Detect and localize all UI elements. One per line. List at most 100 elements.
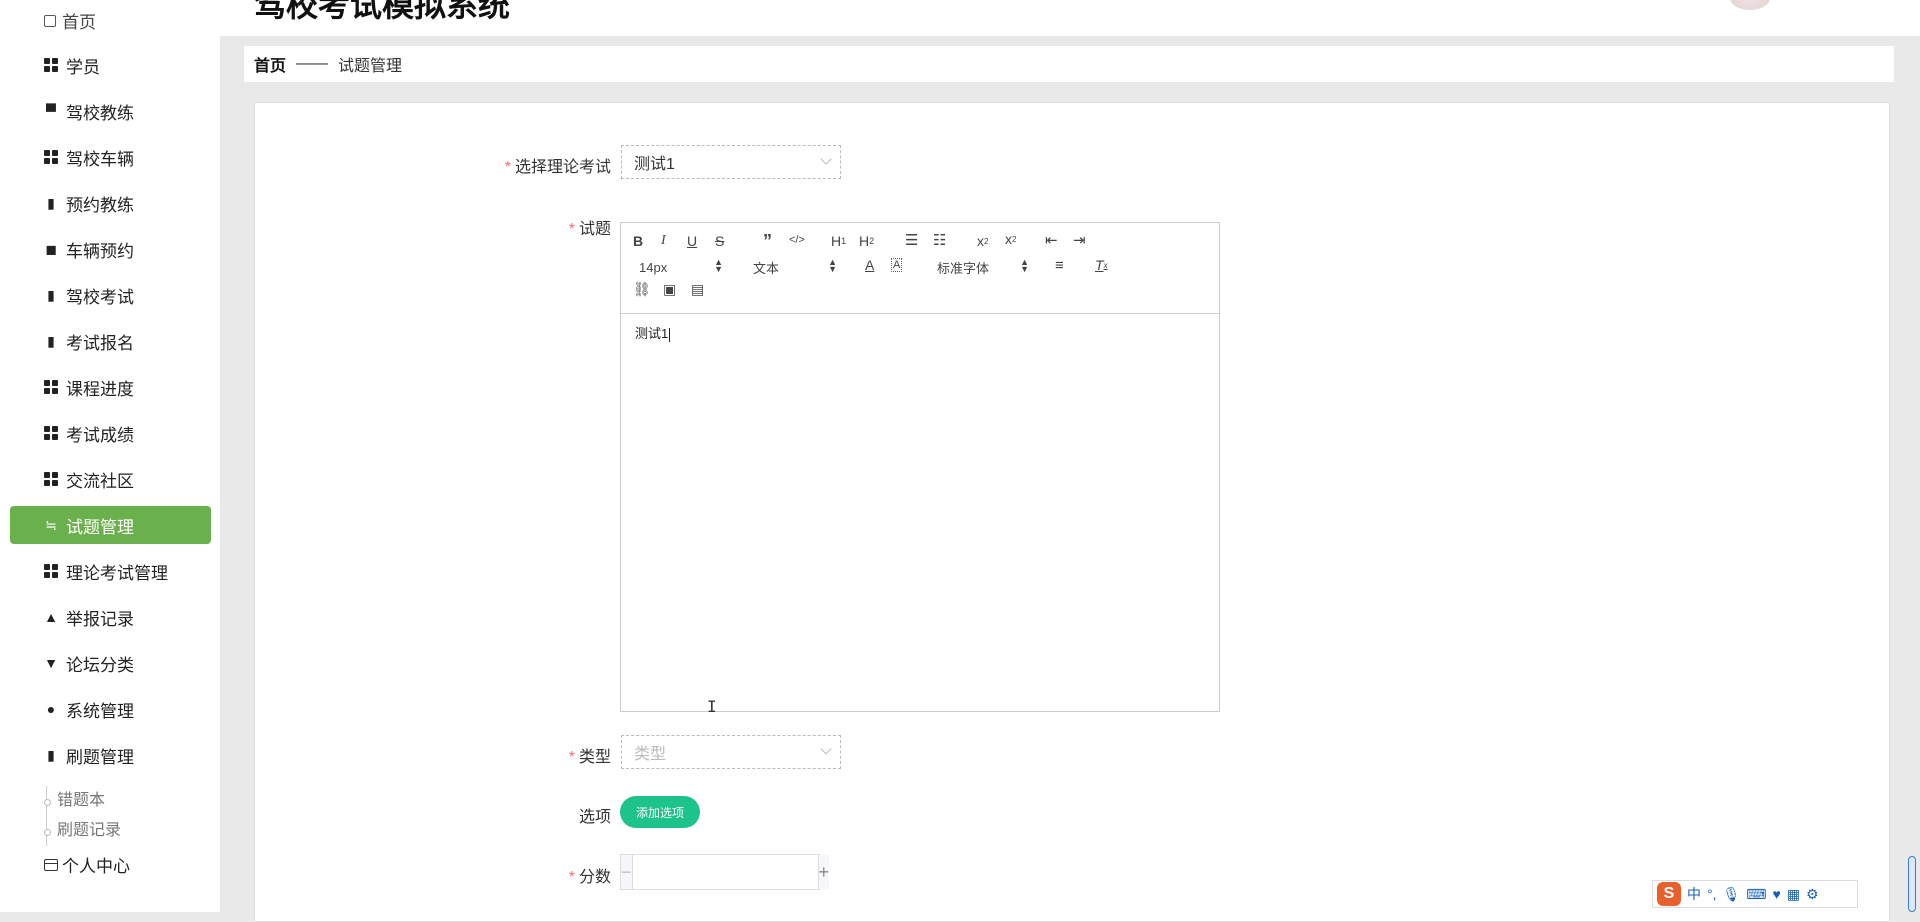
- sidebar-menu: 学员 ▀ 驾校教练驾校车辆 ▮ 预约教练 ◼ 车辆预约 ▮ 驾校考试 ▮ 考试报名课程进度考试成绩交…: [10, 46, 211, 782]
- sidebar-item-12[interactable]: ▲ 举报记录: [10, 598, 211, 636]
- sidebar-item-label: 论坛分类: [66, 655, 134, 675]
- score-label: * 分数: [568, 869, 611, 886]
- keyboard-icon[interactable]: ⌨: [1746, 886, 1766, 903]
- scroll-indicator[interactable]: [1908, 856, 1916, 912]
- increment-button[interactable]: +: [817, 855, 830, 889]
- font-size-select[interactable]: 14px ▲ ▼: [639, 257, 723, 275]
- code-block-icon[interactable]: </>: [789, 234, 805, 246]
- superscript-icon[interactable]: x2: [1005, 231, 1016, 247]
- text-cursor-icon: I: [707, 697, 717, 716]
- score-input[interactable]: [632, 855, 818, 889]
- clipboard-x-icon: ▮: [47, 286, 55, 303]
- sidebar-item-label: 试题管理: [66, 517, 134, 537]
- add-option-button[interactable]: 添加选项: [620, 796, 700, 828]
- font-color-icon[interactable]: A: [865, 257, 874, 273]
- ordered-list-icon[interactable]: ☰: [905, 231, 918, 249]
- pin-icon: ▼: [44, 655, 58, 671]
- sidebar-item-label: 考试成绩: [66, 425, 134, 445]
- background-color-icon[interactable]: A: [891, 258, 903, 272]
- sidebar-item-5[interactable]: ▮ 驾校考试: [10, 276, 211, 314]
- home-icon: [44, 14, 56, 27]
- sidebar-item-15[interactable]: ▮ 刷题管理: [10, 736, 211, 774]
- user-icon: ●: [46, 701, 56, 717]
- grid-icon: [44, 426, 58, 440]
- sidebar-item-label: 理论考试管理: [66, 563, 168, 583]
- sidebar-item-1[interactable]: ▀ 驾校教练: [10, 92, 211, 130]
- sidebar-item-13[interactable]: ▼ 论坛分类: [10, 644, 211, 682]
- sidebar-item-personal-center[interactable]: 个人中心: [44, 852, 130, 877]
- updown-arrows-icon: ▲ ▼: [714, 257, 723, 274]
- sidebar-item-7[interactable]: 课程进度: [10, 368, 211, 406]
- bold-icon[interactable]: B: [633, 233, 643, 249]
- skin-icon[interactable]: ♥: [1773, 886, 1781, 902]
- clear-format-icon[interactable]: Tx: [1095, 257, 1108, 273]
- breadcrumb-current: 试题管理: [338, 58, 403, 75]
- sidebar-item-9[interactable]: 交流社区: [10, 460, 211, 498]
- sidebar-item-label: 驾校车辆: [66, 149, 134, 169]
- sidebar-item-home[interactable]: 首页: [44, 8, 96, 33]
- italic-icon[interactable]: I: [661, 233, 666, 249]
- punctuation-icon[interactable]: °,: [1707, 886, 1717, 902]
- outdent-icon[interactable]: ⇤: [1045, 231, 1058, 249]
- align-icon[interactable]: ≡: [1055, 257, 1064, 274]
- image-icon[interactable]: ▣: [663, 281, 676, 298]
- sidebar-item-label: 预约教练: [66, 195, 134, 215]
- editor-content[interactable]: 测试1: [635, 323, 671, 342]
- tools-icon[interactable]: ⚙: [1806, 886, 1819, 903]
- avatar[interactable]: [1730, 0, 1770, 10]
- breadcrumb-home[interactable]: 首页: [254, 52, 286, 76]
- sidebar-item-label: 首页: [62, 13, 96, 32]
- clipboard-icon: ▮: [47, 194, 55, 211]
- sidebar-item-4[interactable]: ◼ 车辆预约: [10, 230, 211, 268]
- decrement-button[interactable]: −: [621, 855, 633, 889]
- sliders-icon: ≒: [45, 516, 57, 533]
- strikethrough-icon[interactable]: S: [715, 233, 724, 249]
- heading2-icon[interactable]: H2: [859, 233, 874, 249]
- heading1-icon[interactable]: H1: [831, 233, 846, 249]
- blockquote-icon[interactable]: ”: [763, 231, 772, 252]
- microphone-icon[interactable]: 🎙: [1723, 886, 1741, 903]
- apps-icon[interactable]: ▦: [1787, 886, 1800, 903]
- sidebar-item-8[interactable]: 考试成绩: [10, 414, 211, 452]
- ime-mode-toggle[interactable]: 中: [1687, 884, 1701, 904]
- grid-icon: [44, 472, 58, 486]
- sidebar-subitem-wrong-book[interactable]: 错题本: [43, 786, 121, 816]
- type-select[interactable]: 类型: [621, 735, 841, 769]
- sidebar-item-label: 个人中心: [62, 857, 130, 876]
- exam-select[interactable]: 测试1: [621, 145, 841, 179]
- sidebar-item-label: 系统管理: [66, 701, 134, 721]
- rich-text-editor: B I U S ” </> H1 H2 ☰ ☷ x2 x2 ⇤ ⇥ 14px ▲…: [620, 222, 1220, 712]
- score-stepper: − +: [620, 854, 830, 890]
- sidebar-item-label: 车辆预约: [66, 241, 134, 261]
- sidebar-item-label: 课程进度: [66, 379, 134, 399]
- sidebar-item-11[interactable]: 理论考试管理: [10, 552, 211, 590]
- sidebar-item-3[interactable]: ▮ 预约教练: [10, 184, 211, 222]
- sidebar-item-10[interactable]: ≒ 试题管理: [10, 506, 211, 544]
- text-type-select[interactable]: 文本 ▲ ▼: [753, 258, 837, 276]
- sogou-logo-icon[interactable]: S: [1657, 882, 1681, 906]
- sidebar-subitem-practice-record[interactable]: 刷题记录: [43, 816, 121, 846]
- indent-icon[interactable]: ⇥: [1073, 231, 1086, 249]
- chevron-down-icon: [820, 743, 832, 755]
- font-family-select[interactable]: 标准字体 ▲ ▼: [937, 258, 1029, 276]
- app-title: 驾校考试模拟系统: [254, 0, 511, 23]
- type-label: * 类型: [568, 749, 611, 766]
- video-icon[interactable]: ▤: [691, 281, 704, 298]
- underline-icon[interactable]: U: [687, 233, 697, 249]
- chevron-down-icon: [820, 153, 832, 165]
- sidebar-item-2[interactable]: 驾校车辆: [10, 138, 211, 176]
- sidebar-submenu: 错题本 刷题记录: [43, 786, 121, 846]
- monitor-icon: ▀: [46, 103, 56, 119]
- sidebar-item-0[interactable]: 学员: [10, 46, 211, 84]
- sidebar-item-14[interactable]: ● 系统管理: [10, 690, 211, 728]
- grid-icon: [44, 58, 58, 72]
- sidebar-item-label: 驾校教练: [66, 103, 134, 123]
- question-label: * 试题: [568, 221, 611, 238]
- bullet-list-icon[interactable]: ☷: [933, 231, 946, 249]
- sidebar-item-6[interactable]: ▮ 考试报名: [10, 322, 211, 360]
- ime-toolbar: S 中 °, 🎙 ⌨ ♥ ▦ ⚙: [1652, 880, 1858, 908]
- subscript-icon[interactable]: x2: [977, 233, 988, 249]
- link-icon[interactable]: ⛓: [633, 281, 651, 298]
- wallet-icon: ◼: [45, 240, 57, 257]
- exam-select-label: * 选择理论考试: [504, 159, 611, 176]
